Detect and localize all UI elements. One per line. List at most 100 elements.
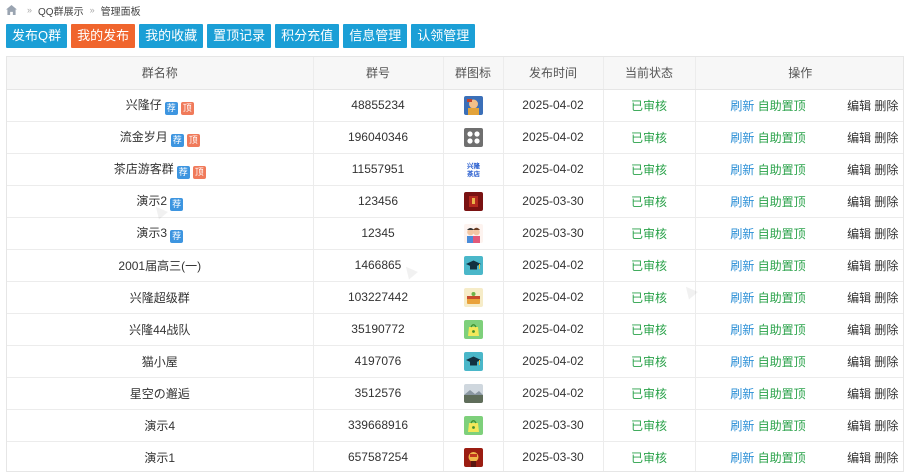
- ops-left: 刷新 自助置顶: [696, 129, 841, 146]
- refresh-link[interactable]: 刷新: [730, 419, 754, 433]
- self-top-link[interactable]: 自助置顶: [758, 195, 806, 209]
- table-row: 演示4 339668916 2025-03-30 已审核 刷新 自助置顶 编辑 删除: [7, 409, 904, 442]
- refresh-link[interactable]: 刷新: [730, 451, 754, 465]
- group-name[interactable]: 演示2: [136, 194, 167, 208]
- group-name[interactable]: 茶店游客群: [114, 162, 174, 176]
- home-icon[interactable]: [6, 5, 17, 15]
- self-top-link[interactable]: 自助置顶: [758, 99, 806, 113]
- refresh-link[interactable]: 刷新: [730, 387, 754, 401]
- breadcrumb-item-group-showcase[interactable]: QQ群展示: [38, 3, 84, 18]
- publish-time: 2025-04-02: [503, 377, 604, 410]
- ops-left: 刷新 自助置顶: [696, 257, 841, 274]
- tab-my-favorites[interactable]: 我的收藏: [139, 24, 204, 48]
- tab-my-posts[interactable]: 我的发布: [71, 24, 136, 48]
- delete-link[interactable]: 删除: [874, 227, 898, 241]
- group-name-cell: 猫小屋: [7, 345, 314, 378]
- refresh-link[interactable]: 刷新: [730, 163, 754, 177]
- group-name[interactable]: 兴隆超级群: [130, 291, 190, 305]
- column-header-status: 当前状态: [603, 57, 696, 90]
- self-top-link[interactable]: 自助置顶: [758, 291, 806, 305]
- ops-group: 刷新 自助置顶 编辑 删除: [696, 321, 904, 338]
- group-name[interactable]: 星空の邂逅: [130, 387, 190, 401]
- edit-link[interactable]: 编辑: [847, 323, 871, 337]
- delete-link[interactable]: 删除: [874, 163, 898, 177]
- tab-points-recharge[interactable]: 积分充值: [275, 24, 340, 48]
- self-top-link[interactable]: 自助置顶: [758, 259, 806, 273]
- ops-group: 刷新 自助置顶 编辑 删除: [696, 417, 904, 434]
- self-top-link[interactable]: 自助置顶: [758, 227, 806, 241]
- delete-link[interactable]: 删除: [874, 451, 898, 465]
- column-header-name: 群名称: [7, 57, 314, 90]
- refresh-link[interactable]: 刷新: [730, 323, 754, 337]
- refresh-link[interactable]: 刷新: [730, 355, 754, 369]
- edit-link[interactable]: 编辑: [847, 131, 871, 145]
- self-top-link[interactable]: 自助置顶: [758, 163, 806, 177]
- self-top-link[interactable]: 自助置顶: [758, 387, 806, 401]
- delete-link[interactable]: 删除: [874, 355, 898, 369]
- edit-link[interactable]: 编辑: [847, 259, 871, 273]
- edit-link[interactable]: 编辑: [847, 163, 871, 177]
- refresh-link[interactable]: 刷新: [730, 131, 754, 145]
- group-name[interactable]: 流金岁月: [120, 130, 168, 144]
- delete-link[interactable]: 删除: [874, 323, 898, 337]
- refresh-link[interactable]: 刷新: [730, 291, 754, 305]
- tab-claim-management[interactable]: 认领管理: [411, 24, 476, 48]
- group-name[interactable]: 兴隆44战队: [129, 323, 190, 337]
- ops-cell: 刷新 自助置顶 编辑 删除: [695, 217, 903, 250]
- status-badge: 已审核: [630, 354, 667, 369]
- ops-left: 刷新 自助置顶: [696, 449, 841, 466]
- tab-top-records[interactable]: 置顶记录: [207, 24, 272, 48]
- group-icon-cell: [443, 217, 504, 250]
- table-row: 流金岁月荐顶 196040346 2025-04-02 已审核 刷新 自助置顶 编辑 删除: [7, 121, 903, 154]
- table-row: 茶店游客群荐顶 11557951 兴隆 茶店 2025-04-02 已审核 刷新 自助置顶编…: [7, 153, 903, 186]
- self-top-link[interactable]: 自助置顶: [758, 451, 806, 465]
- recommend-badge: 荐: [176, 165, 190, 179]
- delete-link[interactable]: 删除: [874, 419, 898, 433]
- tab-info-management[interactable]: 信息管理: [343, 24, 408, 48]
- refresh-link[interactable]: 刷新: [730, 195, 754, 209]
- breadcrumb-item-admin-panel[interactable]: 管理面板: [101, 3, 141, 18]
- self-top-link[interactable]: 自助置顶: [758, 323, 806, 337]
- group-name-cell: 星空の邂逅: [7, 377, 314, 410]
- posts-table: 群名称 群号 群图标 发布时间 当前状态 操作 兴隆仔荐顶 48855234 202…: [7, 57, 904, 471]
- landscape-icon: [463, 383, 483, 403]
- delete-link[interactable]: 删除: [874, 195, 898, 209]
- delete-link[interactable]: 删除: [874, 387, 898, 401]
- edit-link[interactable]: 编辑: [847, 419, 871, 433]
- delete-link[interactable]: 删除: [874, 99, 898, 113]
- edit-link[interactable]: 编辑: [847, 355, 871, 369]
- refresh-link[interactable]: 刷新: [730, 259, 754, 273]
- publish-time: 2025-03-30: [503, 409, 604, 442]
- status-badge: 已审核: [630, 162, 667, 177]
- group-name[interactable]: 演示1: [144, 451, 175, 465]
- delete-link[interactable]: 删除: [874, 131, 898, 145]
- delete-link[interactable]: 删除: [874, 259, 898, 273]
- delete-link[interactable]: 删除: [874, 291, 898, 305]
- refresh-link[interactable]: 刷新: [730, 99, 754, 113]
- self-top-link[interactable]: 自助置顶: [758, 355, 806, 369]
- group-icon-cell: [443, 185, 504, 218]
- edit-link[interactable]: 编辑: [847, 227, 871, 241]
- refresh-link[interactable]: 刷新: [730, 227, 754, 241]
- group-number: 11557951: [313, 153, 444, 186]
- status-cell: 已审核: [603, 281, 696, 314]
- self-top-link[interactable]: 自助置顶: [758, 419, 806, 433]
- group-icon-cell: [443, 121, 504, 154]
- group-name[interactable]: 演示4: [144, 419, 175, 433]
- group-name[interactable]: 演示3: [136, 226, 167, 240]
- green-bag-icon: [463, 319, 483, 339]
- ops-group: 刷新 自助置顶 编辑 删除: [696, 97, 904, 114]
- group-name[interactable]: 兴隆仔: [126, 98, 162, 112]
- edit-link[interactable]: 编辑: [847, 195, 871, 209]
- group-name-cell: 兴隆44战队: [7, 313, 314, 346]
- edit-link[interactable]: 编辑: [847, 387, 871, 401]
- recommend-badge: 荐: [170, 229, 184, 243]
- group-name[interactable]: 猫小屋: [142, 355, 178, 369]
- edit-link[interactable]: 编辑: [847, 291, 871, 305]
- group-name[interactable]: 2001届高三(一): [118, 259, 201, 273]
- tab-publish-group[interactable]: 发布Q群: [6, 24, 68, 48]
- status-cell: 已审核: [603, 441, 696, 471]
- edit-link[interactable]: 编辑: [847, 451, 871, 465]
- self-top-link[interactable]: 自助置顶: [758, 131, 806, 145]
- edit-link[interactable]: 编辑: [847, 99, 871, 113]
